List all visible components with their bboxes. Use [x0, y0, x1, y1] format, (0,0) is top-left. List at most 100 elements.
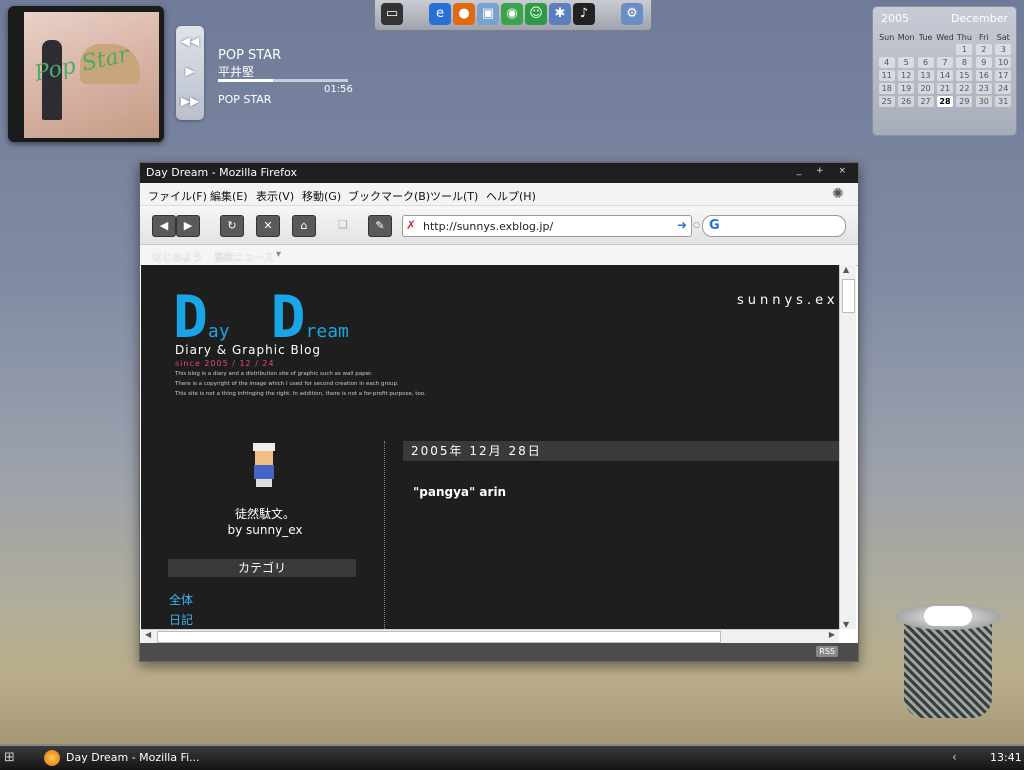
- bookmark-getting-started[interactable]: はじめよう: [152, 249, 202, 264]
- horizontal-scroll-thumb[interactable]: [157, 631, 721, 643]
- calendar-widget: 2005 December Sun Mon Tue Wed Thu Fri Sat 1234…: [872, 6, 1017, 136]
- quick-launch-dock: ▭ e ● ▣ ◉ ☺ ✱ ♪ ⚙: [374, 0, 652, 31]
- calendar-day[interactable]: 16: [974, 69, 993, 82]
- bookmarks-book-icon[interactable]: ❑: [332, 215, 354, 235]
- scroll-down-icon[interactable]: ▼: [843, 620, 849, 629]
- menu-edit[interactable]: 編集(E): [210, 188, 248, 204]
- logo-letter-d-2: D: [270, 283, 306, 351]
- home-icon[interactable]: ⌂: [292, 215, 316, 237]
- calendar-day[interactable]: 12: [896, 69, 915, 82]
- calendar-day[interactable]: 15: [955, 69, 974, 82]
- calendar-day[interactable]: 24: [994, 82, 1013, 95]
- menu-view[interactable]: 表示(V): [256, 188, 294, 204]
- forward-icon[interactable]: ▶: [176, 215, 200, 237]
- calendar-weekday: Tue: [918, 32, 933, 42]
- calendar-day[interactable]: 10: [994, 56, 1013, 69]
- calendar-day[interactable]: 29: [955, 95, 974, 108]
- next-icon[interactable]: ▶▶: [176, 86, 204, 116]
- post-date: 2005年 12月 28日: [403, 441, 839, 461]
- start-windows-icon[interactable]: ⊞: [4, 750, 22, 766]
- settings-icon[interactable]: ✱: [549, 3, 571, 25]
- calendar-day[interactable]: 25: [877, 95, 896, 108]
- calendar-day[interactable]: 18: [877, 82, 896, 95]
- edit-pencil-icon[interactable]: ✎: [368, 215, 392, 237]
- calendar-day[interactable]: 20: [916, 82, 935, 95]
- calendar-day[interactable]: 21: [935, 82, 954, 95]
- music-player-icon[interactable]: ♪: [573, 3, 595, 25]
- site-favicon-icon: ✗: [406, 218, 417, 232]
- scroll-up-icon[interactable]: ▲: [843, 265, 849, 274]
- category-link-all[interactable]: 全体: [169, 591, 193, 608]
- horizontal-scrollbar[interactable]: ◀ ▶: [141, 629, 839, 644]
- calendar-day[interactable]: 14: [935, 69, 954, 82]
- calendar-day[interactable]: 9: [974, 56, 993, 69]
- logo-letter-d: D: [173, 283, 208, 351]
- taskbar-item-firefox[interactable]: Day Dream - Mozilla Fi...: [44, 748, 244, 768]
- tray-expand-icon[interactable]: ‹: [952, 750, 957, 764]
- track-progress-bar[interactable]: [218, 79, 348, 82]
- category-link-diary[interactable]: 日記: [169, 611, 193, 628]
- stop-icon[interactable]: ✕: [256, 215, 280, 237]
- vertical-scroll-thumb[interactable]: [842, 279, 855, 313]
- calendar-day[interactable]: 8: [955, 56, 974, 69]
- chevron-down-icon[interactable]: ▾: [276, 249, 281, 260]
- calendar-day[interactable]: 6: [916, 56, 935, 69]
- calendar-day[interactable]: 28: [935, 95, 954, 108]
- menu-go[interactable]: 移動(G): [302, 188, 341, 204]
- calendar-day[interactable]: 11: [877, 69, 896, 82]
- calendar-day[interactable]: 4: [877, 56, 896, 69]
- window-controls[interactable]: _ + ×: [797, 166, 852, 176]
- firefox-icon[interactable]: ●: [453, 3, 475, 25]
- window-titlebar[interactable]: Day Dream - Mozilla Firefox _ + ×: [140, 163, 858, 183]
- go-arrow-icon[interactable]: ➜: [677, 218, 687, 232]
- post-title[interactable]: "pangya" arin: [413, 485, 506, 499]
- play-icon[interactable]: ▶: [176, 56, 204, 86]
- menu-help[interactable]: ヘルプ(H): [486, 188, 536, 204]
- previous-icon[interactable]: ◀◀: [176, 26, 204, 56]
- calendar-grid: Sun Mon Tue Wed Thu Fri Sat 1 2 3 4 5 6 7 8 9 10 11 12 13 1…: [877, 31, 1013, 108]
- firefox-icon: [44, 750, 60, 766]
- rss-icon[interactable]: RSS: [816, 646, 838, 657]
- recycle-bin-icon[interactable]: [896, 604, 1000, 722]
- menu-bookmarks[interactable]: ブックマーク(B): [348, 188, 430, 204]
- network-icon[interactable]: ▣: [477, 3, 499, 25]
- scroll-right-icon[interactable]: ▶: [829, 630, 835, 639]
- track-progress-fill: [218, 79, 273, 82]
- messenger-icon[interactable]: ☺: [525, 3, 547, 25]
- menu-tools[interactable]: ツール(T): [430, 188, 478, 204]
- category-heading: カテゴリ: [168, 559, 356, 577]
- calendar-day[interactable]: 22: [955, 82, 974, 95]
- calendar-day[interactable]: 3: [994, 43, 1013, 56]
- calendar-month: December: [950, 12, 1008, 25]
- calendar-day[interactable]: 23: [974, 82, 993, 95]
- bookmark-latest-news[interactable]: 最新ニュース: [214, 249, 274, 264]
- calendar-day[interactable]: 27: [916, 95, 935, 108]
- calendar-day[interactable]: 13: [916, 69, 935, 82]
- calendar-day[interactable]: 19: [896, 82, 915, 95]
- reload-icon[interactable]: ↻: [220, 215, 244, 237]
- scroll-left-icon[interactable]: ◀: [145, 630, 151, 639]
- back-icon[interactable]: ◀: [152, 215, 176, 237]
- google-search-icon[interactable]: G: [709, 218, 720, 233]
- address-bar-url: http://sunnys.exblog.jp/: [423, 220, 554, 233]
- calendar-day[interactable]: 7: [935, 56, 954, 69]
- vertical-scrollbar[interactable]: ▲ ▼: [839, 265, 856, 629]
- media-player-icon[interactable]: ◉: [501, 3, 523, 25]
- blog-tagline: 徒然駄文。: [234, 507, 295, 521]
- calendar-day[interactable]: 31: [994, 95, 1013, 108]
- music-player-widget: Pop Star ◀◀ ▶ ▶▶ POP STAR 平井堅 01:56 POP …: [8, 6, 368, 146]
- address-bar[interactable]: ✗ http://sunnys.exblog.jp/ ➜: [402, 215, 692, 237]
- calendar-day[interactable]: 1: [955, 43, 974, 56]
- control-panel-icon[interactable]: ⚙: [621, 3, 643, 25]
- calendar-day[interactable]: 30: [974, 95, 993, 108]
- calendar-day[interactable]: 2: [974, 43, 993, 56]
- menu-file[interactable]: ファイル(F): [148, 188, 207, 204]
- calendar-day[interactable]: 17: [994, 69, 1013, 82]
- blog-since: since 2005 / 12 / 24: [175, 359, 275, 368]
- search-bar[interactable]: G: [702, 215, 846, 237]
- calendar-day[interactable]: 5: [896, 56, 915, 69]
- calendar-day[interactable]: 26: [896, 95, 915, 108]
- internet-explorer-icon[interactable]: e: [429, 3, 451, 25]
- blog-logo[interactable]: Day Dream: [173, 283, 349, 351]
- monitor-icon[interactable]: ▭: [381, 3, 403, 25]
